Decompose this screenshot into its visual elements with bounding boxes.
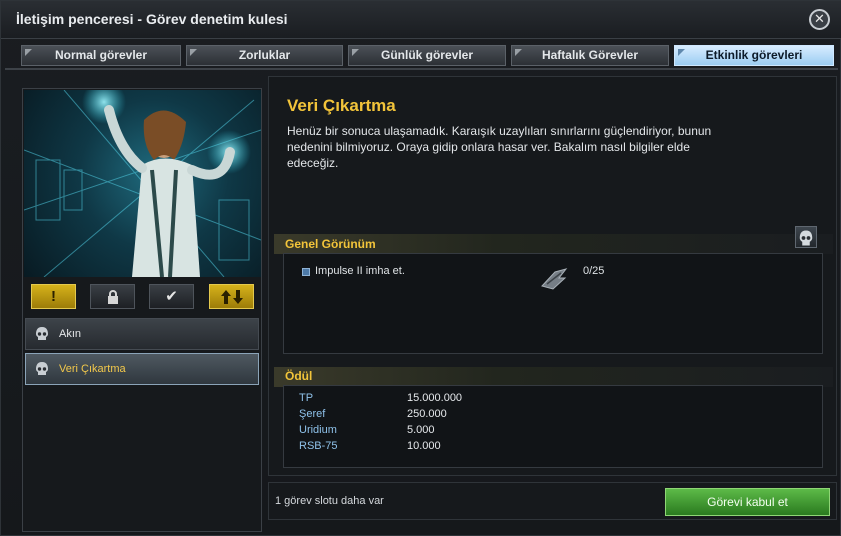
check-icon[interactable]: ✔ <box>149 284 194 309</box>
lock-icon[interactable] <box>90 284 135 309</box>
reward-row: Şeref 250.000 <box>299 408 599 424</box>
tab-bar: Normal görevler Zorluklar Günlük görevle… <box>21 45 836 67</box>
window-title: İletişim penceresi - Görev denetim kules… <box>16 11 288 27</box>
task-label: Impulse II imha et. <box>315 265 405 277</box>
reward-value: 15.000.000 <box>407 392 463 404</box>
mission-list-panel: ! ✔ Akın Veri Çıkartma <box>22 88 262 532</box>
tab-daily[interactable]: Günlük görevler <box>348 45 506 66</box>
skull-icon <box>36 327 48 340</box>
overview-box: Impulse II imha et. 0/25 <box>283 253 823 354</box>
reward-value: 250.000 <box>407 408 447 420</box>
tab-divider <box>5 68 838 70</box>
reward-row: TP 15.000.000 <box>299 392 599 408</box>
mission-filter-buttons: ! ✔ <box>31 284 255 310</box>
task-progress: 0/25 <box>583 265 605 277</box>
reward-name: RSB-75 <box>299 440 338 452</box>
mission-portrait <box>24 90 261 277</box>
reward-name: Şeref <box>299 408 326 420</box>
title-bar[interactable]: İletişim penceresi - Görev denetim kules… <box>1 1 841 39</box>
reward-value: 10.000 <box>407 440 441 452</box>
reward-row: Uridium 5.000 <box>299 424 599 440</box>
reward-name: Uridium <box>299 424 337 436</box>
task-checkbox <box>302 268 310 276</box>
slot-count-text: 1 görev slotu daha var <box>275 495 384 507</box>
footer-bar: 1 görev slotu daha var Görevi kabul et <box>268 482 837 520</box>
mission-list-item-selected[interactable]: Veri Çıkartma <box>25 353 259 385</box>
portrait-illustration <box>24 90 261 277</box>
ship-icon <box>541 268 568 290</box>
dialog-window: İletişim penceresi - Görev denetim kules… <box>0 0 841 536</box>
up-down-arrows-icon[interactable] <box>209 284 254 309</box>
reward-value: 5.000 <box>407 424 435 436</box>
reward-row: RSB-75 10.000 <box>299 440 599 456</box>
mission-label: Akın <box>59 328 82 340</box>
tab-normal[interactable]: Normal görevler <box>21 45 181 66</box>
mission-label: Veri Çıkartma <box>59 363 126 375</box>
tab-weekly[interactable]: Haftalık Görevler <box>511 45 669 66</box>
reward-box: TP 15.000.000 Şeref 250.000 Uridium 5.00… <box>283 385 823 468</box>
accept-mission-button[interactable]: Görevi kabul et <box>665 488 830 516</box>
mission-title: Veri Çıkartma <box>287 96 396 115</box>
mission-description: Henüz bir sonuca ulaşamadık. Karaışık uz… <box>287 124 712 170</box>
mission-detail-panel: Veri Çıkartma Henüz bir sonuca ulaşamadı… <box>268 76 837 476</box>
close-icon[interactable]: ✕ <box>809 9 830 30</box>
skull-icon <box>36 362 48 375</box>
skull-icon[interactable] <box>795 226 817 248</box>
overview-heading: Genel Görünüm <box>285 237 376 251</box>
mission-list-item[interactable]: Akın <box>25 318 259 350</box>
exclamation-icon[interactable]: ! <box>31 284 76 309</box>
reward-header-bar <box>274 367 833 387</box>
reward-heading: Ödül <box>285 369 313 383</box>
tab-event[interactable]: Etkinlik görevleri <box>674 45 834 66</box>
reward-name: TP <box>299 392 314 404</box>
tab-challenges[interactable]: Zorluklar <box>186 45 343 66</box>
